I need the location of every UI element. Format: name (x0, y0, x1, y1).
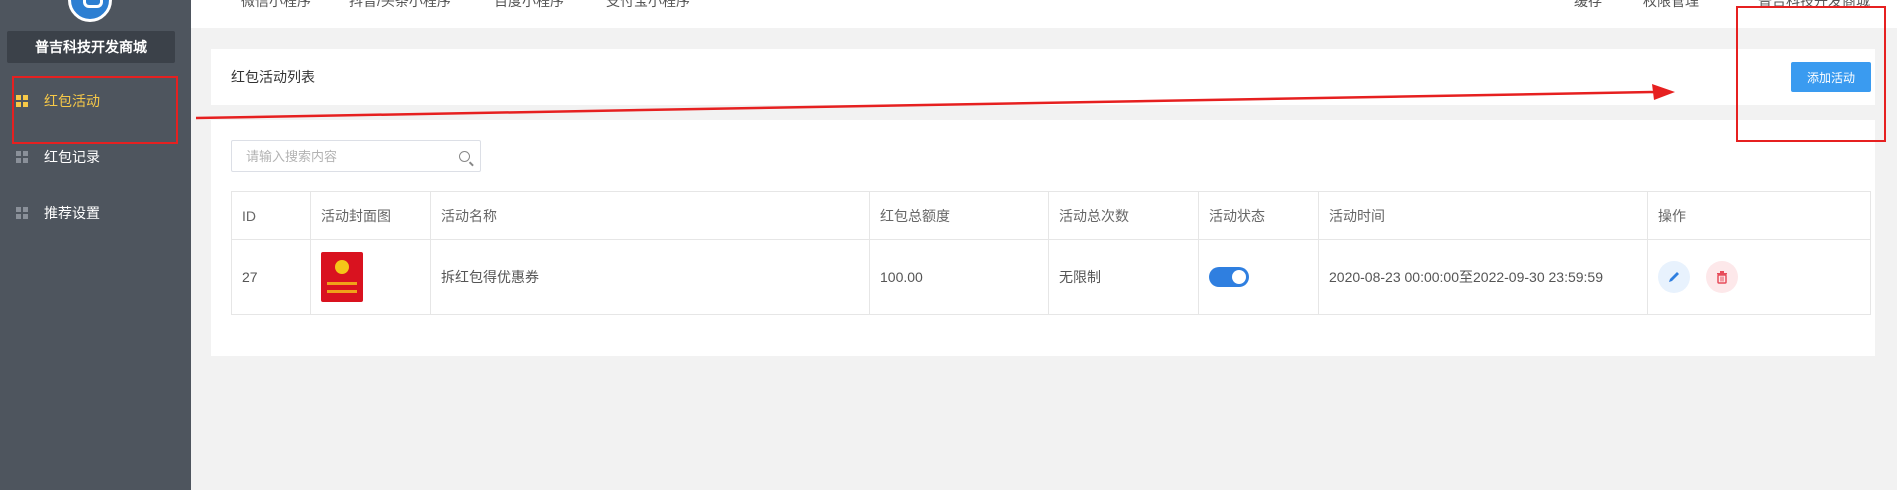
annotation-arrow (195, 84, 1675, 120)
